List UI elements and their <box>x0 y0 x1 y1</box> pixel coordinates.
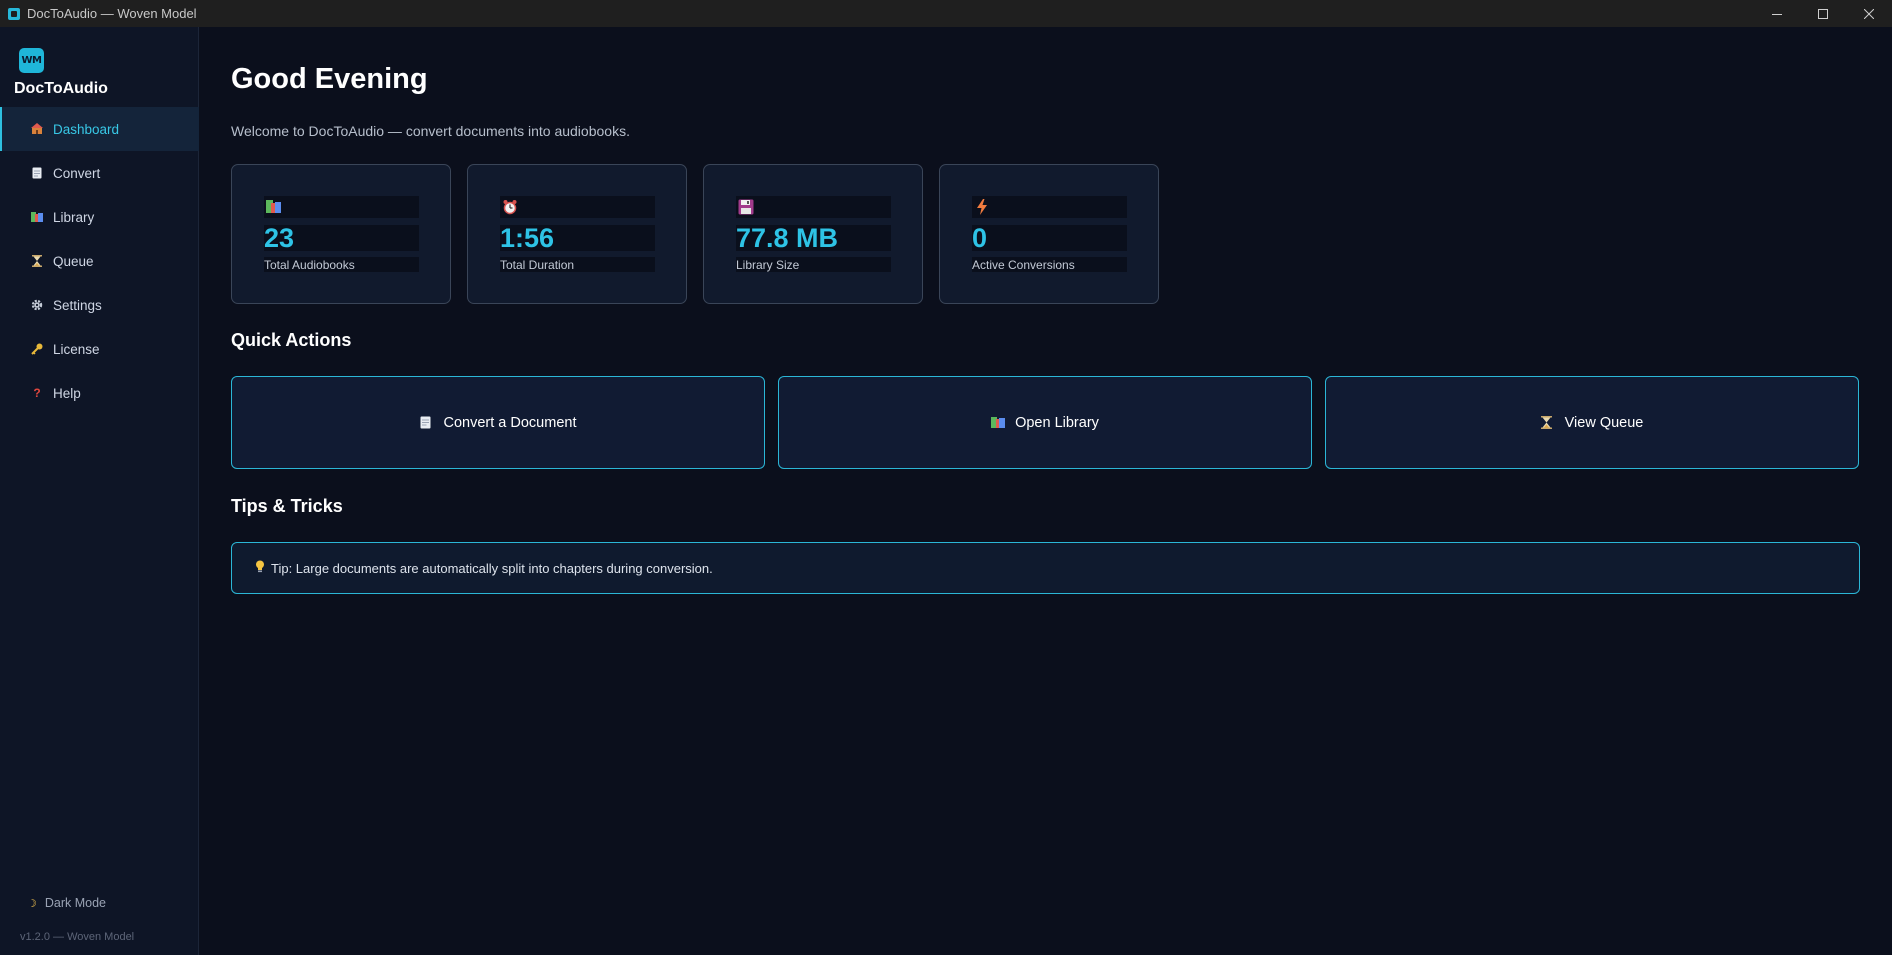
stat-card-active-conversions: 0 Active Conversions <box>939 164 1159 304</box>
stats-row: 23 Total Audiobooks 1:56 Total Duration <box>231 164 1159 304</box>
stat-value: 77.8 MB <box>736 223 839 253</box>
question-icon: ? <box>33 386 41 400</box>
stat-label: Total Audiobooks <box>264 257 355 272</box>
brand-logo: WM <box>19 48 44 73</box>
stat-value: 23 <box>264 223 295 253</box>
maximize-button[interactable] <box>1800 0 1846 27</box>
document-icon <box>30 166 44 180</box>
sidebar-nav: Dashboard Convert Library Queue Settings <box>0 107 199 415</box>
hourglass-icon <box>30 254 44 268</box>
version-label: v1.2.0 — Woven Model <box>20 931 135 943</box>
gear-icon <box>30 298 44 312</box>
minimize-button[interactable] <box>1754 0 1800 27</box>
sidebar-item-label: Dashboard <box>53 121 120 137</box>
books-icon <box>991 416 1006 430</box>
books-icon <box>30 210 44 224</box>
welcome-text: Welcome to DocToAudio — convert document… <box>231 123 630 139</box>
dashboard-icon <box>30 122 44 136</box>
close-button[interactable] <box>1846 0 1892 27</box>
hourglass-icon <box>1540 415 1555 430</box>
sidebar-item-convert[interactable]: Convert <box>0 151 199 195</box>
page-title: Good Evening <box>231 63 428 95</box>
sidebar-item-settings[interactable]: Settings <box>0 283 199 327</box>
brand-name: DocToAudio <box>14 80 108 97</box>
stat-card-library-size: 77.8 MB Library Size <box>703 164 923 304</box>
lightning-icon <box>974 199 990 215</box>
sidebar: WM DocToAudio Dashboard Convert Library … <box>0 27 199 955</box>
key-icon <box>30 342 44 356</box>
action-label: Convert a Document <box>443 414 577 431</box>
sidebar-item-label: Library <box>53 209 95 225</box>
sidebar-item-label: Help <box>53 385 81 401</box>
floppy-disk-icon <box>738 199 754 215</box>
moon-icon: ☽ <box>27 897 37 910</box>
action-label: Open Library <box>1015 414 1099 431</box>
sidebar-item-label: Queue <box>53 253 94 269</box>
sidebar-item-label: Convert <box>53 165 101 181</box>
close-icon <box>1864 8 1874 19</box>
view-queue-button[interactable]: View Queue <box>1325 376 1859 469</box>
dark-mode-toggle[interactable]: ☽ Dark Mode <box>27 896 106 910</box>
stat-value: 0 <box>972 223 988 253</box>
alarm-clock-icon <box>502 199 518 215</box>
dark-mode-label: Dark Mode <box>44 896 107 910</box>
lightbulb-icon <box>255 560 265 576</box>
title-bar: DocToAudio — Woven Model <box>0 0 1892 27</box>
maximize-icon <box>1818 8 1828 19</box>
stat-label: Active Conversions <box>972 257 1075 272</box>
quick-actions-heading: Quick Actions <box>231 330 352 350</box>
main-content: Good Evening Welcome to DocToAudio — con… <box>231 27 1861 955</box>
sidebar-item-queue[interactable]: Queue <box>0 239 199 283</box>
convert-document-button[interactable]: Convert a Document <box>231 376 765 469</box>
sidebar-item-label: License <box>53 341 100 357</box>
window-title: DocToAudio — Woven Model <box>27 6 197 21</box>
window-controls <box>1754 0 1892 27</box>
document-icon <box>420 416 434 430</box>
sidebar-item-library[interactable]: Library <box>0 195 199 239</box>
minimize-icon <box>1772 13 1782 15</box>
stat-card-audiobooks: 23 Total Audiobooks <box>231 164 451 304</box>
stat-label: Library Size <box>736 257 800 272</box>
tip-box: Tip: Large documents are automatically s… <box>231 542 1860 594</box>
stat-label: Total Duration <box>500 257 575 272</box>
stat-value: 1:56 <box>500 223 555 253</box>
quick-actions-row: Convert a Document Open Library View Que… <box>231 376 1859 469</box>
open-library-button[interactable]: Open Library <box>778 376 1312 469</box>
action-label: View Queue <box>1564 414 1644 431</box>
books-icon <box>266 199 282 215</box>
tip-text: Tip: Large documents are automatically s… <box>271 560 713 576</box>
sidebar-item-label: Settings <box>53 297 102 313</box>
tips-heading: Tips & Tricks <box>231 496 343 516</box>
sidebar-item-dashboard[interactable]: Dashboard <box>0 107 199 151</box>
app-icon <box>8 7 20 20</box>
sidebar-item-license[interactable]: License <box>0 327 199 371</box>
stat-card-duration: 1:56 Total Duration <box>467 164 687 304</box>
sidebar-item-help[interactable]: ? Help <box>0 371 199 415</box>
